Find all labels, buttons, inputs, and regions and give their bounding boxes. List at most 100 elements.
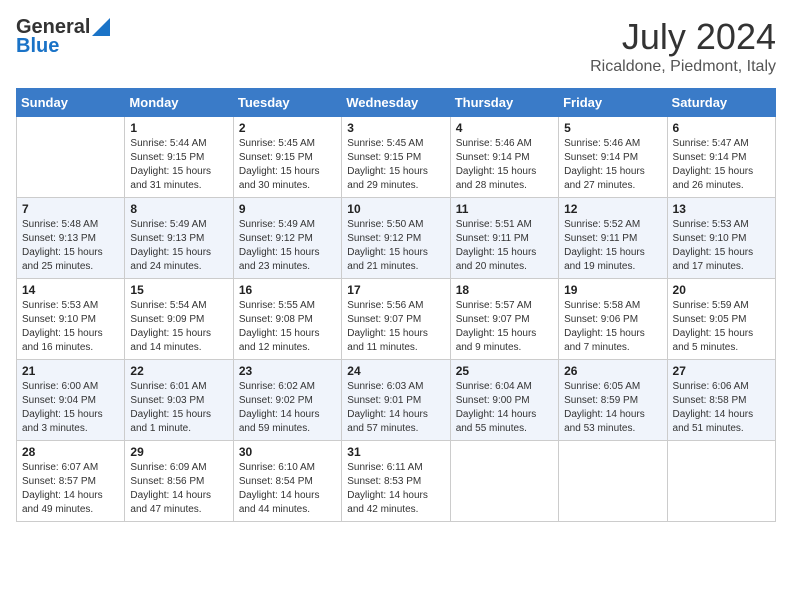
col-header-tuesday: Tuesday	[233, 89, 341, 117]
day-info: Sunrise: 5:57 AMSunset: 9:07 PMDaylight:…	[456, 299, 553, 355]
calendar-cell	[450, 441, 558, 522]
calendar-cell: 23 Sunrise: 6:02 AMSunset: 9:02 PMDayligh…	[233, 360, 341, 441]
col-header-friday: Friday	[559, 89, 667, 117]
day-number: 19	[564, 283, 661, 297]
calendar-cell	[17, 117, 125, 198]
col-header-monday: Monday	[125, 89, 233, 117]
day-number: 31	[347, 445, 444, 459]
day-number: 22	[130, 364, 227, 378]
page-header: General Blue July 2024 Ricaldone, Piedmo…	[16, 16, 776, 76]
col-header-wednesday: Wednesday	[342, 89, 450, 117]
day-number: 25	[456, 364, 553, 378]
day-number: 20	[673, 283, 770, 297]
day-number: 6	[673, 121, 770, 135]
calendar-cell: 20 Sunrise: 5:59 AMSunset: 9:05 PMDayligh…	[667, 279, 775, 360]
calendar-cell: 19 Sunrise: 5:58 AMSunset: 9:06 PMDayligh…	[559, 279, 667, 360]
day-number: 3	[347, 121, 444, 135]
day-number: 13	[673, 202, 770, 216]
day-number: 17	[347, 283, 444, 297]
calendar-cell	[667, 441, 775, 522]
day-info: Sunrise: 6:01 AMSunset: 9:03 PMDaylight:…	[130, 380, 227, 436]
calendar-cell: 30 Sunrise: 6:10 AMSunset: 8:54 PMDayligh…	[233, 441, 341, 522]
calendar-cell: 3 Sunrise: 5:45 AMSunset: 9:15 PMDaylight…	[342, 117, 450, 198]
calendar-cell: 25Sunrise: 6:04 AMSunset: 9:00 PMDayligh…	[450, 360, 558, 441]
day-number: 10	[347, 202, 444, 216]
calendar-cell: 21Sunrise: 6:00 AMSunset: 9:04 PMDayligh…	[17, 360, 125, 441]
day-info: Sunrise: 6:05 AMSunset: 8:59 PMDaylight:…	[564, 380, 661, 436]
day-number: 5	[564, 121, 661, 135]
day-info: Sunrise: 5:58 AMSunset: 9:06 PMDaylight:…	[564, 299, 661, 355]
day-number: 18	[456, 283, 553, 297]
day-info: Sunrise: 6:09 AMSunset: 8:56 PMDaylight:…	[130, 461, 227, 517]
calendar-cell: 29 Sunrise: 6:09 AMSunset: 8:56 PMDayligh…	[125, 441, 233, 522]
day-number: 7	[22, 202, 119, 216]
calendar-cell: 12 Sunrise: 5:52 AMSunset: 9:11 PMDayligh…	[559, 198, 667, 279]
day-info: Sunrise: 5:49 AMSunset: 9:12 PMDaylight:…	[239, 218, 336, 274]
day-number: 29	[130, 445, 227, 459]
day-info: Sunrise: 6:02 AMSunset: 9:02 PMDaylight:…	[239, 380, 336, 436]
day-number: 27	[673, 364, 770, 378]
calendar-cell: 17 Sunrise: 5:56 AMSunset: 9:07 PMDayligh…	[342, 279, 450, 360]
day-number: 16	[239, 283, 336, 297]
day-number: 14	[22, 283, 119, 297]
title-block: July 2024 Ricaldone, Piedmont, Italy	[590, 16, 776, 76]
day-info: Sunrise: 6:07 AMSunset: 8:57 PMDaylight:…	[22, 461, 119, 517]
day-info: Sunrise: 6:10 AMSunset: 8:54 PMDaylight:…	[239, 461, 336, 517]
day-number: 12	[564, 202, 661, 216]
col-header-thursday: Thursday	[450, 89, 558, 117]
day-info: Sunrise: 5:53 AMSunset: 9:10 PMDaylight:…	[673, 218, 770, 274]
logo: General Blue	[16, 16, 110, 58]
day-number: 1	[130, 121, 227, 135]
day-info: Sunrise: 5:46 AMSunset: 9:14 PMDaylight:…	[564, 137, 661, 193]
calendar-cell: 6 Sunrise: 5:47 AMSunset: 9:14 PMDaylight…	[667, 117, 775, 198]
day-info: Sunrise: 6:11 AMSunset: 8:53 PMDaylight:…	[347, 461, 444, 517]
logo-icon	[92, 18, 110, 36]
day-number: 30	[239, 445, 336, 459]
calendar-cell: 2 Sunrise: 5:45 AMSunset: 9:15 PMDaylight…	[233, 117, 341, 198]
calendar-cell: 31 Sunrise: 6:11 AMSunset: 8:53 PMDayligh…	[342, 441, 450, 522]
col-header-sunday: Sunday	[17, 89, 125, 117]
day-info: Sunrise: 5:45 AMSunset: 9:15 PMDaylight:…	[347, 137, 444, 193]
day-number: 23	[239, 364, 336, 378]
day-number: 28	[22, 445, 119, 459]
day-number: 26	[564, 364, 661, 378]
day-info: Sunrise: 5:48 AMSunset: 9:13 PMDaylight:…	[22, 218, 119, 274]
day-info: Sunrise: 5:55 AMSunset: 9:08 PMDaylight:…	[239, 299, 336, 355]
calendar-cell: 24Sunrise: 6:03 AMSunset: 9:01 PMDayligh…	[342, 360, 450, 441]
day-info: Sunrise: 5:46 AMSunset: 9:14 PMDaylight:…	[456, 137, 553, 193]
day-number: 2	[239, 121, 336, 135]
calendar-cell: 14 Sunrise: 5:53 AMSunset: 9:10 PMDayligh…	[17, 279, 125, 360]
day-info: Sunrise: 5:50 AMSunset: 9:12 PMDaylight:…	[347, 218, 444, 274]
day-info: Sunrise: 5:45 AMSunset: 9:15 PMDaylight:…	[239, 137, 336, 193]
day-info: Sunrise: 6:00 AMSunset: 9:04 PMDaylight:…	[22, 380, 119, 436]
col-header-saturday: Saturday	[667, 89, 775, 117]
day-info: Sunrise: 5:59 AMSunset: 9:05 PMDaylight:…	[673, 299, 770, 355]
calendar-cell: 27 Sunrise: 6:06 AMSunset: 8:58 PMDayligh…	[667, 360, 775, 441]
month-year: July 2024	[590, 16, 776, 58]
day-info: Sunrise: 5:56 AMSunset: 9:07 PMDaylight:…	[347, 299, 444, 355]
calendar-cell: 8 Sunrise: 5:49 AMSunset: 9:13 PMDaylight…	[125, 198, 233, 279]
calendar-cell	[559, 441, 667, 522]
day-info: Sunrise: 5:47 AMSunset: 9:14 PMDaylight:…	[673, 137, 770, 193]
location: Ricaldone, Piedmont, Italy	[590, 58, 776, 76]
day-info: Sunrise: 5:53 AMSunset: 9:10 PMDaylight:…	[22, 299, 119, 355]
calendar-cell: 4Sunrise: 5:46 AMSunset: 9:14 PMDaylight…	[450, 117, 558, 198]
calendar-table: SundayMondayTuesdayWednesdayThursdayFrid…	[16, 88, 776, 522]
day-info: Sunrise: 5:54 AMSunset: 9:09 PMDaylight:…	[130, 299, 227, 355]
calendar-cell: 15 Sunrise: 5:54 AMSunset: 9:09 PMDayligh…	[125, 279, 233, 360]
calendar-cell: 10 Sunrise: 5:50 AMSunset: 9:12 PMDayligh…	[342, 198, 450, 279]
calendar-cell: 26 Sunrise: 6:05 AMSunset: 8:59 PMDayligh…	[559, 360, 667, 441]
day-number: 11	[456, 202, 553, 216]
day-info: Sunrise: 5:44 AMSunset: 9:15 PMDaylight:…	[130, 137, 227, 193]
calendar-cell: 28 Sunrise: 6:07 AMSunset: 8:57 PMDayligh…	[17, 441, 125, 522]
calendar-header: SundayMondayTuesdayWednesdayThursdayFrid…	[17, 89, 776, 117]
day-number: 24	[347, 364, 444, 378]
day-info: Sunrise: 6:06 AMSunset: 8:58 PMDaylight:…	[673, 380, 770, 436]
day-number: 15	[130, 283, 227, 297]
calendar-cell: 11Sunrise: 5:51 AMSunset: 9:11 PMDayligh…	[450, 198, 558, 279]
day-number: 8	[130, 202, 227, 216]
calendar-cell: 1 Sunrise: 5:44 AMSunset: 9:15 PMDaylight…	[125, 117, 233, 198]
day-info: Sunrise: 5:52 AMSunset: 9:11 PMDaylight:…	[564, 218, 661, 274]
day-info: Sunrise: 5:49 AMSunset: 9:13 PMDaylight:…	[130, 218, 227, 274]
calendar-cell: 13 Sunrise: 5:53 AMSunset: 9:10 PMDayligh…	[667, 198, 775, 279]
